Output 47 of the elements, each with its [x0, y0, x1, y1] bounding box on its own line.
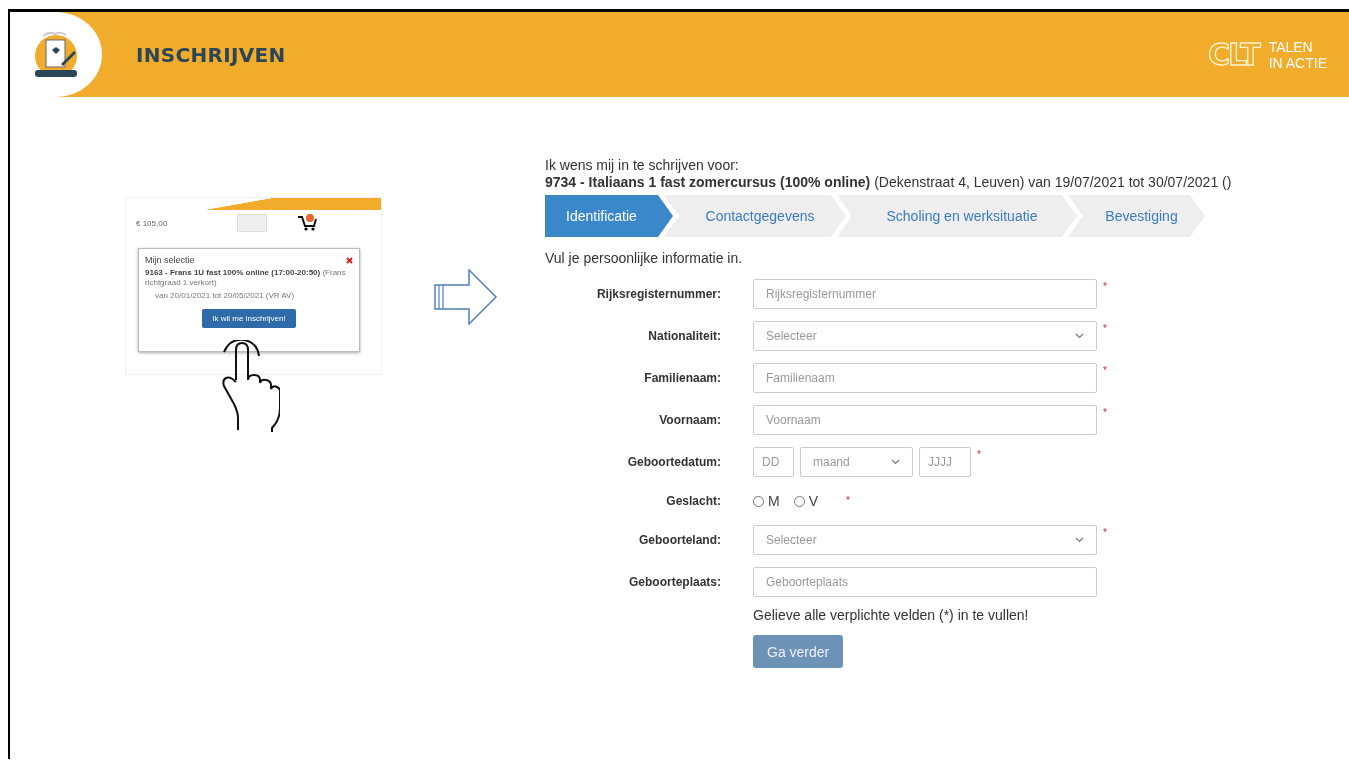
- required-note: Gelieve alle verplichte velden (*) in te vullen!: [753, 607, 1030, 623]
- intro-text: Ik wens mij in te schrijven voor:: [545, 157, 740, 173]
- select-field[interactable]: Selecteer: [753, 525, 1097, 555]
- select-field[interactable]: maand: [800, 447, 913, 477]
- step-tab[interactable]: Scholing en werksituatie: [837, 195, 1077, 237]
- chevron-down-icon: [891, 459, 900, 465]
- course-text: 9734 - Italiaans 1 fast zomercursus (100% online) (Dekenstraat 4, Leuven) van 19/07/2021 tot 30/07/2021 (): [545, 173, 1232, 191]
- radio-option[interactable]: V: [793, 493, 818, 509]
- input-field[interactable]: Geboorteplaats: [753, 567, 1097, 597]
- enroll-button[interactable]: Ik wil me inschrijven!: [202, 309, 296, 328]
- step-tab[interactable]: Bevestiging: [1068, 195, 1205, 237]
- continue-button[interactable]: Ga verder: [753, 635, 844, 668]
- course-item-text: 9163 - Frans 1U fast 100% online (17:00-20:50) (Frans richtgraad 1 verkort): [145, 268, 347, 288]
- field-label: Familienaam:: [643, 371, 721, 385]
- page-title: INSCHRIJVEN: [136, 42, 286, 67]
- field-label: Rijksregisternummer:: [595, 287, 721, 301]
- required-mark: *: [977, 449, 981, 460]
- popup-title: Mijn selectie: [145, 255, 195, 265]
- required-mark: *: [1103, 281, 1107, 292]
- input-field[interactable]: Rijksregisternummer: [753, 279, 1097, 309]
- radio-option[interactable]: M: [753, 493, 780, 509]
- field-label: Nationaliteit:: [647, 329, 721, 343]
- chevron-down-icon: [1075, 537, 1084, 543]
- input-field[interactable]: DD: [753, 447, 794, 477]
- field-label: Voornaam:: [658, 413, 721, 427]
- right-arrow-icon: [434, 269, 498, 325]
- field-label: Geslacht:: [665, 494, 721, 508]
- required-mark: *: [1103, 527, 1107, 538]
- input-field[interactable]: JJJJ: [919, 447, 971, 477]
- instruction-text: Vul je persoonlijke informatie in.: [545, 250, 744, 266]
- input-field[interactable]: Familienaam: [753, 363, 1097, 393]
- step-tab[interactable]: Identificatie: [545, 195, 673, 237]
- select-field[interactable]: Selecteer: [753, 321, 1097, 351]
- input-field[interactable]: Voornaam: [753, 405, 1097, 435]
- field-label: Geboortedatum:: [626, 455, 721, 469]
- chevron-down-icon: [1075, 333, 1084, 339]
- required-mark: *: [1103, 365, 1107, 376]
- shopping-cart-icon[interactable]: [297, 214, 318, 232]
- required-mark: *: [1103, 407, 1107, 418]
- course-dates-text: van 20/01/2021 tot 20/05/2021 (VR AV): [154, 291, 296, 300]
- price-text: € 105,00: [136, 218, 168, 228]
- required-mark: *: [846, 495, 850, 506]
- close-icon[interactable]: [346, 256, 353, 264]
- step-tab[interactable]: Contactgegevens: [664, 195, 846, 237]
- field-label: Geboorteland:: [638, 533, 721, 547]
- field-label: Geboorteplaats:: [628, 575, 721, 589]
- required-mark: *: [1103, 323, 1107, 334]
